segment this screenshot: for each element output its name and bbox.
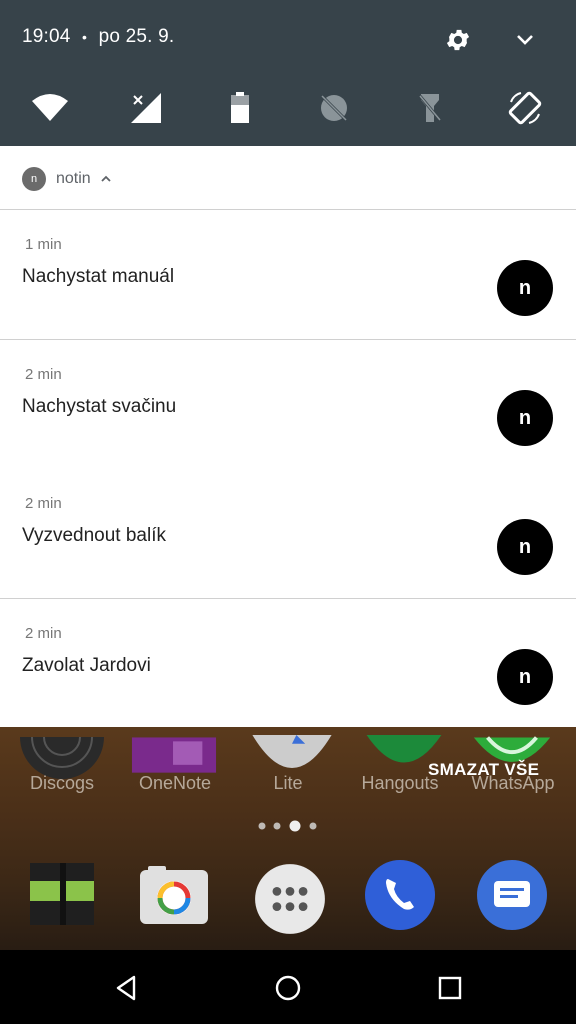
phone-app-icon[interactable] [364,859,436,931]
notification-item[interactable]: 2 min Vyzvednout balík n [0,469,576,599]
notification-item[interactable]: 2 min Zavolat Jardovi n [0,599,576,728]
auto-rotate-tile[interactable] [505,88,545,128]
app-label: Lite [273,773,303,793]
notification-avatar: n [497,519,553,575]
clear-all-button[interactable]: SMAZAT VŠE [428,760,539,780]
recents-icon[interactable] [436,974,464,1002]
cell-signal-off-icon [131,93,161,123]
battery-icon [231,92,249,123]
date: po 25. 9. [98,26,175,47]
battery-tile[interactable] [220,88,260,128]
chevron-down-icon[interactable] [513,30,537,50]
notification-group-header[interactable]: n notin [0,146,576,210]
camera-app-icon[interactable] [26,857,98,929]
wifi-icon [32,94,68,121]
wifi-tile[interactable] [30,88,70,128]
chevron-up-icon[interactable] [100,174,112,184]
photos-camera-app-icon[interactable] [138,860,210,932]
data-saver-tile[interactable] [314,88,354,128]
cell-signal-tile[interactable] [126,88,166,128]
notification-avatar: n [497,390,553,446]
notification-title: Nachystat manuál [22,266,175,287]
notification-title: Zavolat Jardovi [22,655,151,676]
page-indicator [258,820,317,832]
flashlight-tile[interactable] [410,88,450,128]
notification-item[interactable]: 2 min Nachystat svačinu n [0,340,576,470]
app-label: OneNote [138,773,212,793]
auto-rotate-icon [508,91,542,125]
notification-avatar: n [497,649,553,705]
quick-settings-tiles [0,88,576,128]
app-label: Discogs [29,773,95,793]
notification-time: 2 min [25,366,62,383]
notification-time: 1 min [25,236,62,253]
notification-item[interactable]: 1 min Nachystat manuál n [0,210,576,340]
gear-icon[interactable] [444,26,472,54]
clock: 19:04 [22,26,71,47]
app-drawer-icon[interactable] [254,863,326,935]
back-icon[interactable] [112,974,140,1002]
notification-title: Nachystat svačinu [22,396,177,417]
separator: • [82,29,88,45]
app-name: notin [56,170,91,187]
data-saver-icon [320,94,348,122]
quick-settings-panel: 19:04 • po 25. 9. [0,0,576,146]
app-icon: n [22,167,46,191]
notification-title: Vyzvednout balík [22,525,166,546]
notification-time: 2 min [25,495,62,512]
notification-avatar: n [497,260,553,316]
notification-time: 2 min [25,625,62,642]
home-icon[interactable] [274,974,302,1002]
navigation-bar [0,950,576,1024]
status-datetime: 19:04 • po 25. 9. [22,26,174,48]
flashlight-off-icon [418,94,442,122]
messages-app-icon[interactable] [476,859,548,931]
